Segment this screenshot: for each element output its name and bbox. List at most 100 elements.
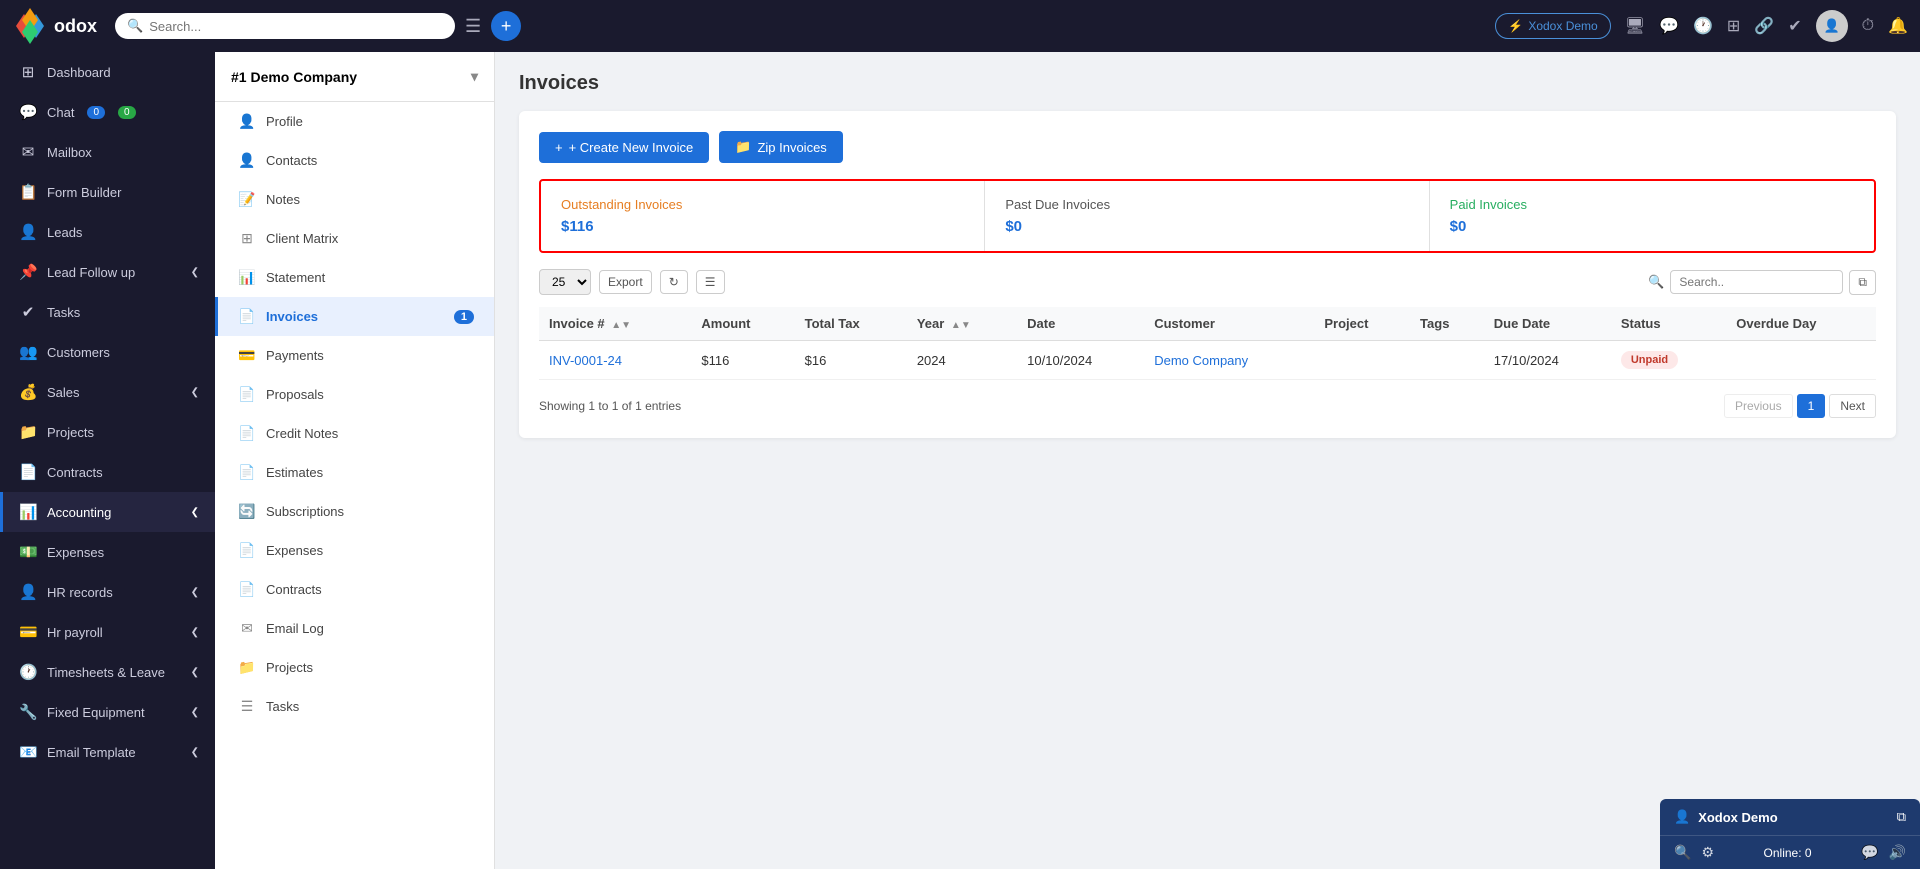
sidebar-item-email-template[interactable]: 📧 Email Template ❮ (0, 732, 215, 772)
refresh-button[interactable]: ↻ (660, 270, 688, 294)
logo[interactable]: odox (12, 8, 97, 44)
table-search-icon[interactable]: 🔍 (1648, 274, 1664, 290)
chat-search-icon[interactable]: 🔍 (1674, 844, 1691, 861)
sec-item-credit-notes[interactable]: 📄 Credit Notes (215, 414, 494, 453)
customer-link[interactable]: Demo Company (1154, 353, 1248, 368)
sec-projects-icon: 📁 (238, 659, 256, 676)
col-invoice-num[interactable]: Invoice # ▲▼ (539, 307, 691, 341)
sidebar-item-leads[interactable]: 👤 Leads (0, 212, 215, 252)
sec-contracts-icon: 📄 (238, 581, 256, 598)
monitor-icon[interactable]: 🖥 (1625, 16, 1645, 36)
email-log-icon: ✉ (238, 620, 256, 637)
sec-item-client-matrix[interactable]: ⊞ Client Matrix (215, 219, 494, 258)
sec-item-subscriptions[interactable]: 🔄 Subscriptions (215, 492, 494, 531)
sidebar-item-mailbox[interactable]: ✉ Mailbox (0, 132, 215, 172)
sidebar-item-projects[interactable]: 📁 Projects (0, 412, 215, 452)
col-year[interactable]: Year ▲▼ (907, 307, 1017, 341)
sidebar-item-accounting[interactable]: 📊 Accounting ❮ (0, 492, 215, 532)
company-button[interactable]: ⚡ Xodox Demo (1495, 13, 1610, 39)
search-bar[interactable]: 🔍 (115, 13, 455, 39)
invoices-table: Invoice # ▲▼ Amount Total Tax Year ▲▼ Da… (539, 307, 1876, 380)
avatar[interactable]: 👤 (1816, 10, 1848, 42)
create-invoice-button[interactable]: + + Create New Invoice (539, 132, 709, 163)
check-icon[interactable]: ✔ (1788, 16, 1801, 36)
chat-bubble-icon[interactable]: 💬 (1659, 16, 1679, 36)
sec-item-notes[interactable]: 📝 Notes (215, 180, 494, 219)
menu-icon[interactable]: ☰ (465, 16, 481, 37)
sec-item-contacts[interactable]: 👤 Contacts (215, 141, 494, 180)
share-icon[interactable]: 🔗 (1754, 16, 1774, 36)
copy-button[interactable]: ⧉ (1849, 270, 1876, 295)
sec-item-projects[interactable]: 📁 Projects (215, 648, 494, 687)
sidebar-item-lead-followup[interactable]: 📌 Lead Follow up ❮ (0, 252, 215, 292)
lead-followup-arrow: ❮ (191, 267, 199, 278)
sec-item-email-log[interactable]: ✉ Email Log (215, 609, 494, 648)
company-header[interactable]: #1 Demo Company ▾ (215, 52, 494, 102)
chat-widget: 👤 Xodox Demo ⧉ 🔍 ⚙ Online: 0 💬 🔊 (1660, 799, 1920, 869)
chat-badge-1: 0 (87, 106, 105, 119)
sec-item-payments[interactable]: 💳 Payments (215, 336, 494, 375)
email-template-arrow: ❮ (191, 747, 199, 758)
grid-icon[interactable]: ⊞ (1727, 16, 1740, 36)
statement-icon: 📊 (238, 269, 256, 286)
chat-audio-icon[interactable]: 🔊 (1889, 844, 1906, 861)
sidebar-item-chat[interactable]: 💬 Chat 0 0 (0, 92, 215, 132)
sec-item-statement[interactable]: 📊 Statement (215, 258, 494, 297)
table-body: INV-0001-24 $116 $16 2024 10/10/2024 Dem… (539, 341, 1876, 380)
list-view-button[interactable]: ☰ (696, 270, 725, 294)
export-button[interactable]: Export (599, 270, 652, 294)
sec-item-profile[interactable]: 👤 Profile (215, 102, 494, 141)
zip-invoices-button[interactable]: 📁 Zip Invoices (719, 131, 843, 163)
payments-icon: 💳 (238, 347, 256, 364)
history-icon[interactable]: 🕐 (1693, 16, 1713, 36)
sidebar-item-hr-records[interactable]: 👤 HR records ❮ (0, 572, 215, 612)
sec-item-tasks[interactable]: ☰ Tasks (215, 687, 494, 726)
sidebar-item-timesheets[interactable]: 🕐 Timesheets & Leave ❮ (0, 652, 215, 692)
chat-widget-expand-icon[interactable]: ⧉ (1897, 809, 1906, 825)
page-title: Invoices (519, 72, 1896, 95)
sidebar-item-hr-payroll[interactable]: 💳 Hr payroll ❮ (0, 612, 215, 652)
timesheets-arrow: ❮ (191, 667, 199, 678)
cell-amount: $116 (691, 341, 794, 380)
per-page-select[interactable]: 25 (539, 269, 591, 295)
expenses-icon: 💵 (19, 543, 37, 561)
paid-label: Paid Invoices (1450, 197, 1854, 212)
bell-icon[interactable]: 🔔 (1888, 16, 1908, 36)
chat-widget-avatar: 👤 (1674, 809, 1690, 825)
sidebar-item-form-builder[interactable]: 📋 Form Builder (0, 172, 215, 212)
sidebar-item-fixed-equipment[interactable]: 🔧 Fixed Equipment ❮ (0, 692, 215, 732)
search-icon: 🔍 (127, 18, 143, 34)
form-builder-icon: 📋 (19, 183, 37, 201)
credit-notes-icon: 📄 (238, 425, 256, 442)
col-date: Date (1017, 307, 1144, 341)
sec-item-proposals[interactable]: 📄 Proposals (215, 375, 494, 414)
sidebar: ⊞ Dashboard 💬 Chat 0 0 ✉ Mailbox 📋 Form … (0, 52, 215, 869)
cell-due-date: 17/10/2024 (1484, 341, 1611, 380)
next-button[interactable]: Next (1829, 394, 1876, 418)
cell-status: Unpaid (1611, 341, 1726, 380)
sec-item-expenses[interactable]: 📄 Expenses (215, 531, 494, 570)
chat-badge-2: 0 (118, 106, 136, 119)
sidebar-item-dashboard[interactable]: ⊞ Dashboard (0, 52, 215, 92)
page-1-button[interactable]: 1 (1797, 394, 1826, 418)
sec-item-contracts[interactable]: 📄 Contracts (215, 570, 494, 609)
search-input[interactable] (149, 19, 443, 34)
add-button[interactable]: + (491, 11, 521, 41)
clock-icon[interactable]: ⏱ (1862, 17, 1874, 35)
sec-item-estimates[interactable]: 📄 Estimates (215, 453, 494, 492)
sidebar-item-customers[interactable]: 👥 Customers (0, 332, 215, 372)
chat-settings-icon[interactable]: ⚙ (1701, 844, 1714, 861)
email-template-icon: 📧 (19, 743, 37, 761)
sidebar-item-expenses[interactable]: 💵 Expenses (0, 532, 215, 572)
chat-message-icon[interactable]: 💬 (1861, 844, 1878, 861)
showing-text: Showing 1 to 1 of 1 entries (539, 399, 681, 413)
chat-widget-icons: 🔍 ⚙ (1674, 844, 1714, 861)
sidebar-item-contracts[interactable]: 📄 Contracts (0, 452, 215, 492)
sidebar-item-sales[interactable]: 💰 Sales ❮ (0, 372, 215, 412)
table-search-input[interactable] (1670, 270, 1843, 294)
previous-button[interactable]: Previous (1724, 394, 1793, 418)
stat-past-due: Past Due Invoices $0 (985, 181, 1429, 251)
invoice-link[interactable]: INV-0001-24 (549, 353, 622, 368)
sec-item-invoices[interactable]: 📄 Invoices 1 (215, 297, 494, 336)
sidebar-item-tasks[interactable]: ✔ Tasks (0, 292, 215, 332)
